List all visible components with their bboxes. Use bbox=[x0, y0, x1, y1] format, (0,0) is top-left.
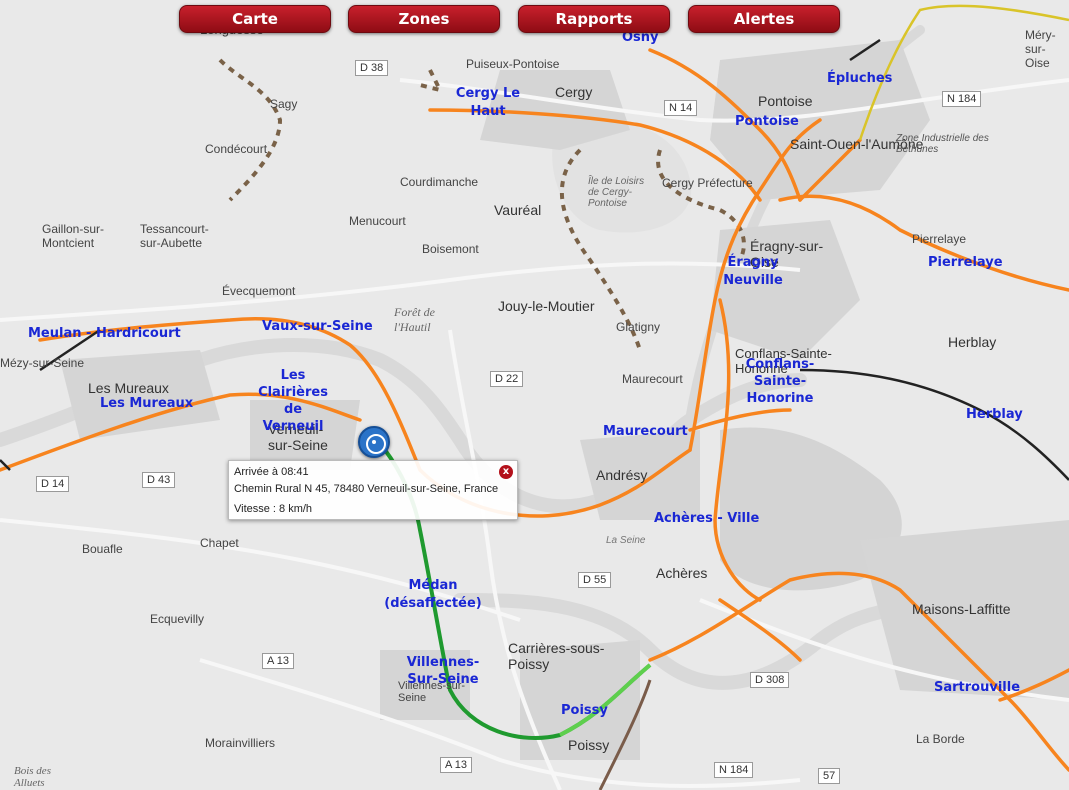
place-label: Achères bbox=[656, 565, 708, 581]
alertes-button[interactable]: Alertes bbox=[688, 5, 840, 33]
station-label-pierrelaye[interactable]: Pierrelaye bbox=[928, 255, 1003, 270]
place-label: Carrières-sous-Poissy bbox=[508, 640, 605, 672]
place-label: Île de Loisirs de Cergy-Pontoise bbox=[588, 176, 645, 209]
station-label-poissy[interactable]: Poissy bbox=[561, 703, 608, 718]
station-label-clairieres[interactable]: Les Clairières de Verneuil bbox=[252, 367, 334, 435]
road-shield: D 55 bbox=[578, 572, 612, 588]
place-label: Pontoise bbox=[758, 93, 813, 109]
station-label-vaux[interactable]: Vaux-sur-Seine bbox=[262, 319, 373, 334]
carte-button[interactable]: Carte bbox=[179, 5, 331, 33]
station-label-pontoise[interactable]: Pontoise bbox=[735, 114, 799, 129]
station-label-medan[interactable]: Médan (désaffectée) bbox=[378, 577, 488, 613]
address-text: Chemin Rural N 45, 78480 Verneuil-sur-Se… bbox=[234, 483, 499, 495]
position-info-popup: Arrivée à 08:41 Chemin Rural N 45, 78480… bbox=[228, 460, 518, 520]
place-label: Condécourt bbox=[205, 142, 268, 156]
station-label-eragny[interactable]: Éragny Neuville bbox=[718, 254, 788, 290]
station-label-maurecourt[interactable]: Maurecourt bbox=[603, 424, 688, 439]
place-label: Cergy bbox=[555, 84, 593, 100]
marker-ring bbox=[366, 434, 386, 454]
place-label: Mézy-sur-Seine bbox=[0, 356, 85, 370]
place-label: Maisons-Laffitte bbox=[912, 601, 1011, 617]
road-shield: D 308 bbox=[750, 672, 790, 688]
road-shield: N 184 bbox=[942, 91, 982, 107]
place-label: Tessancourt-sur-Aubette bbox=[140, 222, 209, 250]
station-label-mureaux[interactable]: Les Mureaux bbox=[100, 396, 193, 411]
place-label: Maurecourt bbox=[622, 372, 683, 386]
road-shield: N 14 bbox=[664, 100, 698, 116]
close-icon[interactable]: x bbox=[499, 465, 513, 479]
rapports-button[interactable]: Rapports bbox=[518, 5, 670, 33]
place-label: Bouafle bbox=[82, 542, 123, 556]
road-shield: D 38 bbox=[355, 60, 389, 76]
vehicle-position-icon[interactable] bbox=[358, 426, 390, 458]
place-label: Vauréal bbox=[494, 202, 542, 218]
station-label-conflans[interactable]: Conflans-Sainte-Honorine bbox=[734, 356, 826, 407]
place-label: Menucourt bbox=[349, 214, 406, 228]
road-shield: D 14 bbox=[36, 476, 70, 492]
place-label: Les Mureaux bbox=[88, 380, 169, 396]
place-label: Évecquemont bbox=[222, 284, 296, 298]
place-label: Andrésy bbox=[596, 467, 648, 483]
place-label: La Seine bbox=[606, 535, 646, 546]
road-shield: 57 bbox=[818, 768, 841, 784]
place-label: Chapet bbox=[200, 536, 239, 550]
marker-dot bbox=[372, 440, 376, 444]
station-label-epluches[interactable]: Épluches bbox=[827, 71, 892, 86]
station-label-meulan[interactable]: Meulan - Hardricourt bbox=[28, 326, 181, 341]
place-label: Gaillon-sur-Montcient bbox=[42, 222, 105, 250]
place-label: La Borde bbox=[916, 732, 965, 746]
zones-button[interactable]: Zones bbox=[348, 5, 500, 33]
place-label: Sagy bbox=[270, 97, 298, 111]
place-label: Boisemont bbox=[422, 242, 479, 256]
station-label-herblay[interactable]: Herblay bbox=[966, 407, 1023, 422]
station-label-acheres[interactable]: Achères - Ville bbox=[654, 511, 759, 526]
road-shield: D 43 bbox=[142, 472, 176, 488]
road-shield: N 184 bbox=[714, 762, 754, 778]
place-label: Bois des Alluets bbox=[14, 765, 51, 789]
place-label: Forêt de l'Hautil bbox=[394, 305, 435, 334]
place-label: Poissy bbox=[568, 737, 610, 753]
station-label-cergy-le-haut[interactable]: Cergy Le Haut bbox=[455, 85, 521, 121]
road-shield: D 22 bbox=[490, 371, 524, 387]
place-label: Jouy-le-Moutier bbox=[498, 298, 595, 314]
place-label: Puiseux-Pontoise bbox=[466, 57, 560, 71]
road-shield: A 13 bbox=[262, 653, 295, 669]
place-label: Méry-sur-Oise bbox=[1025, 28, 1056, 70]
place-label: Zone Industrielle des Béthunes bbox=[896, 133, 989, 155]
station-label-sartrouville[interactable]: Sartrouville bbox=[934, 680, 1020, 695]
station-label-villennes[interactable]: Villennes-Sur-Seine bbox=[402, 654, 484, 688]
road-shield: A 13 bbox=[440, 757, 473, 773]
place-label: Herblay bbox=[948, 334, 997, 350]
place-label: Courdimanche bbox=[400, 175, 479, 189]
place-label: Ecquevilly bbox=[150, 612, 205, 626]
place-label: Glatigny bbox=[616, 320, 661, 334]
place-label: Cergy Préfecture bbox=[662, 176, 753, 190]
speed-text: Vitesse : 8 km/h bbox=[234, 503, 313, 515]
place-label: Pierrelaye bbox=[912, 232, 967, 246]
arrival-time-text: Arrivée à 08:41 bbox=[234, 466, 309, 478]
place-label: Morainvilliers bbox=[205, 736, 276, 750]
